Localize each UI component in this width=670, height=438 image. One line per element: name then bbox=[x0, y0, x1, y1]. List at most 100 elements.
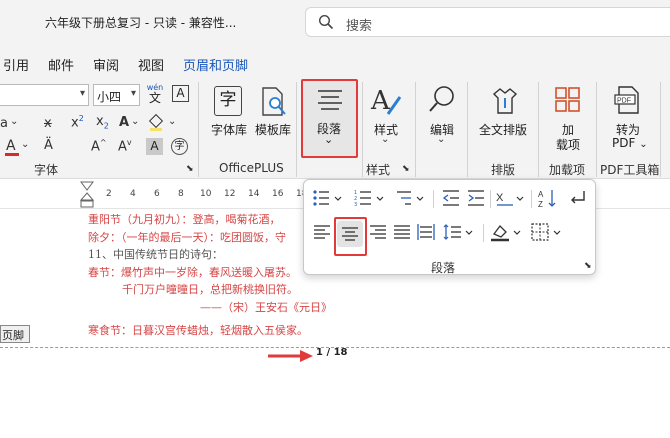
bullets-button[interactable] bbox=[312, 188, 346, 212]
edit-search-icon[interactable] bbox=[427, 84, 459, 116]
font-name-combo[interactable]: ▾ bbox=[0, 84, 89, 106]
decrease-indent-button[interactable] bbox=[442, 188, 460, 212]
group-separator bbox=[296, 82, 297, 177]
ruler-number: 12 bbox=[224, 189, 236, 199]
doc-line: ——（宋）王安石《元日》 bbox=[200, 301, 332, 314]
chinese-layout-button[interactable]: X bbox=[495, 188, 527, 212]
ruler-number: 6 bbox=[154, 189, 160, 199]
dropdown-separator bbox=[490, 190, 491, 208]
distributed-icon bbox=[417, 224, 435, 240]
shading-icon bbox=[491, 225, 521, 242]
group-separator bbox=[198, 82, 199, 177]
sort-button[interactable]: A Z bbox=[538, 188, 558, 212]
increase-indent-icon bbox=[468, 190, 484, 206]
character-border-icon[interactable]: A bbox=[172, 85, 189, 102]
chevron-down-icon[interactable]: ⌄ bbox=[131, 116, 139, 127]
shading-button[interactable] bbox=[490, 222, 524, 246]
character-shading-icon[interactable]: A bbox=[146, 138, 163, 155]
font-library-icon: 字 bbox=[214, 86, 242, 116]
doc-line: 千门万户曈曈日，总把新桃换旧符。 bbox=[122, 283, 298, 296]
full-layout-label[interactable]: 全文排版 bbox=[479, 121, 527, 138]
template-library-icon[interactable] bbox=[260, 86, 286, 116]
tab-mailings[interactable]: 邮件 bbox=[48, 55, 74, 74]
dialog-launcher-icon[interactable]: ⬊ bbox=[186, 164, 194, 174]
chevron-down-icon[interactable]: ⌄ bbox=[21, 139, 29, 150]
align-left-icon bbox=[314, 225, 330, 239]
tab-review[interactable]: 审阅 bbox=[93, 55, 119, 74]
show-marks-button[interactable] bbox=[568, 188, 588, 212]
chevron-down-icon[interactable]: ⌄ bbox=[381, 134, 389, 145]
font-library-label[interactable]: 字体库 bbox=[211, 121, 247, 138]
pdf-button-line2-text: PDF bbox=[612, 136, 636, 150]
text-direction-icon[interactable]: Ä bbox=[44, 138, 53, 153]
svg-text:A: A bbox=[538, 190, 544, 199]
tab-references[interactable]: 引用 bbox=[3, 55, 29, 74]
pdf-icon[interactable]: PDF bbox=[613, 85, 643, 115]
font-color-button[interactable]: A bbox=[5, 138, 19, 156]
template-library-label[interactable]: 模板库 bbox=[255, 121, 291, 138]
ruler-number: 4 bbox=[130, 189, 136, 199]
group-separator bbox=[660, 82, 661, 177]
ruler-number: 8 bbox=[178, 189, 184, 199]
justify-button[interactable] bbox=[392, 222, 412, 246]
phonetic-bottom-text: 文 bbox=[148, 91, 161, 105]
footer-tag[interactable]: 页脚 bbox=[0, 325, 30, 343]
chevron-down-icon[interactable]: ⌄ bbox=[437, 134, 445, 145]
page-number-field[interactable]: 1 / 18 bbox=[316, 347, 348, 358]
dialog-launcher-icon[interactable]: ⬊ bbox=[584, 261, 592, 271]
addins-icon[interactable] bbox=[554, 86, 582, 114]
strikethrough-icon[interactable]: a bbox=[0, 116, 8, 131]
layout-group-label: 排版 bbox=[491, 163, 516, 177]
search-box[interactable]: 搜索 bbox=[305, 7, 670, 37]
ribbon: ▾ 小四 ▾ wén 文 A a ⌄ x x2 x2 A ⌄ ⌄ A ⌄ Ä A… bbox=[0, 78, 670, 179]
doc-line: 11、中国传统节日的诗句： bbox=[88, 248, 223, 261]
chevron-down-icon[interactable]: ⌄ bbox=[168, 116, 176, 127]
font-size-value: 小四 bbox=[97, 90, 122, 104]
phonetic-guide-button[interactable]: wén 文 bbox=[146, 83, 164, 107]
pdf-button-line2[interactable]: PDF ⌄ bbox=[612, 136, 648, 150]
subscript-icon[interactable]: x2 bbox=[96, 114, 109, 131]
doc-line: 除夕：（一年的最后一天）：吃团圆饭，守 bbox=[88, 231, 286, 244]
enclose-characters-icon[interactable]: 字 bbox=[171, 138, 188, 155]
dialog-launcher-icon[interactable]: ⬊ bbox=[402, 164, 410, 174]
paragraph-mark-icon bbox=[571, 191, 585, 204]
font-size-combo[interactable]: 小四 ▾ bbox=[93, 84, 140, 106]
highlight-icon[interactable] bbox=[148, 113, 164, 131]
sort-icon: A Z bbox=[538, 190, 556, 209]
word-window: 六年级下册总复习 - 只读 - 兼容性... 搜索 引用 邮件 审阅 视图 页眉… bbox=[0, 0, 670, 438]
chevron-down-icon[interactable]: ⌄ bbox=[10, 116, 18, 127]
officeplus-group-label: OfficePLUS bbox=[219, 161, 284, 175]
distributed-button[interactable] bbox=[416, 222, 436, 246]
document-title: 六年级下册总复习 - 只读 - 兼容性... bbox=[45, 16, 237, 30]
numbering-button[interactable]: 1 2 3 bbox=[354, 188, 388, 212]
styles-icon[interactable]: A bbox=[371, 86, 403, 118]
tab-view[interactable]: 视图 bbox=[138, 55, 164, 74]
tab-header-footer[interactable]: 页眉和页脚 bbox=[183, 55, 248, 74]
grow-font-icon[interactable]: A^ bbox=[91, 138, 107, 154]
superscript-icon[interactable]: x2 bbox=[71, 114, 84, 130]
line-spacing-button[interactable] bbox=[443, 222, 477, 246]
ruler-number: 16 bbox=[272, 189, 284, 199]
addins-group-label: 加载项 bbox=[549, 163, 586, 177]
styles-group-label: 样式 bbox=[366, 163, 391, 177]
multilevel-list-button[interactable] bbox=[396, 188, 430, 212]
align-left-button[interactable] bbox=[312, 222, 332, 246]
indent-marker-icon[interactable] bbox=[80, 181, 94, 208]
text-effects-icon[interactable]: A bbox=[119, 115, 129, 130]
align-right-button[interactable] bbox=[368, 222, 388, 246]
shrink-font-icon[interactable]: Av bbox=[118, 138, 132, 154]
increase-indent-button[interactable] bbox=[467, 188, 485, 212]
full-layout-icon[interactable] bbox=[490, 86, 520, 116]
strikeout-icon[interactable]: x bbox=[44, 116, 52, 131]
multilevel-list-icon bbox=[397, 191, 424, 205]
addins-button-line2[interactable]: 载项 bbox=[556, 136, 580, 153]
bullet-list-icon bbox=[313, 190, 342, 206]
borders-button[interactable] bbox=[530, 222, 564, 246]
svg-text:3: 3 bbox=[354, 202, 357, 208]
ruler-number: 14 bbox=[248, 189, 260, 199]
align-center-highlight bbox=[334, 217, 367, 256]
ruler-number: 10 bbox=[200, 189, 212, 199]
title-bar: 六年级下册总复习 - 只读 - 兼容性... 搜索 bbox=[0, 0, 670, 46]
borders-icon bbox=[531, 223, 561, 241]
chevron-down-icon: ⌄ bbox=[639, 139, 648, 150]
